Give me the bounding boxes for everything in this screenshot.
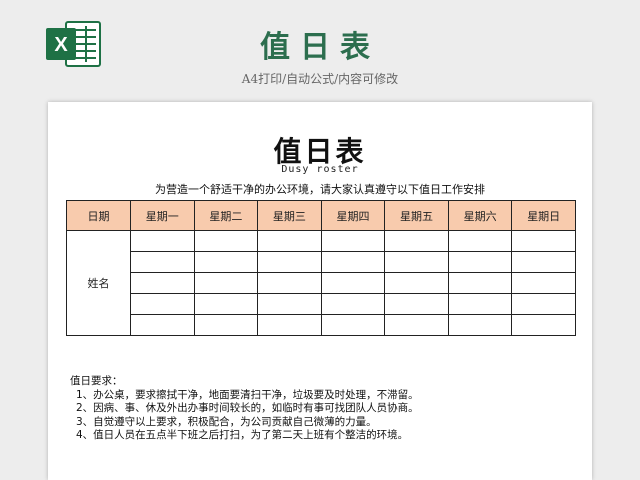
banner-subtitle: A4打印/自动公式/内容可修改	[241, 72, 399, 86]
header-cell-friday: 星期五	[384, 200, 449, 231]
roster-cell[interactable]	[511, 293, 576, 315]
requirements-section: 值日要求： 1、办公桌，要求擦拭干净，地面要清扫干净，垃圾要及时处理，不滞留。 …	[70, 375, 570, 443]
roster-cell[interactable]	[384, 230, 449, 252]
header-cell-tuesday: 星期二	[193, 200, 259, 231]
table-row	[67, 251, 576, 273]
roster-cell[interactable]	[193, 314, 259, 336]
banner-title: 值日表	[260, 30, 380, 65]
table-row: 姓名	[66, 230, 576, 336]
roster-cell[interactable]	[447, 230, 513, 252]
roster-cell[interactable]	[193, 230, 259, 252]
requirements-heading: 值日要求：	[70, 375, 123, 387]
roster-cell[interactable]	[130, 251, 195, 273]
roster-cell[interactable]	[193, 272, 259, 294]
requirement-item: 3、自觉遵守以上要求，积极配合，为公司贡献自己微薄的力量。	[76, 415, 377, 428]
roster-cell[interactable]	[257, 293, 322, 315]
roster-cell[interactable]	[130, 293, 195, 315]
table-header-row: 日期 星期一 星期二 星期三 星期四 星期五 星期六 星期日	[66, 200, 576, 231]
requirement-item: 4、值日人员在五点半下班之后打扫，为了第二天上班有个整洁的环境。	[76, 429, 409, 441]
roster-cell[interactable]	[447, 293, 513, 315]
roster-cell[interactable]	[320, 251, 386, 273]
roster-cell[interactable]	[511, 251, 576, 273]
roster-cell[interactable]	[257, 314, 322, 336]
roster-cell[interactable]	[193, 251, 259, 273]
roster-cell[interactable]	[320, 314, 386, 336]
roster-cell[interactable]	[193, 293, 259, 315]
roster-cell[interactable]	[320, 272, 386, 294]
row-label-name: 姓名	[66, 230, 131, 336]
roster-cell[interactable]	[320, 230, 386, 252]
requirement-item: 2、因病、事、休及外出办事时间较长的，如临时有事可找团队人员协商。	[76, 402, 419, 414]
roster-cell[interactable]	[384, 272, 449, 294]
roster-cell[interactable]	[130, 230, 195, 252]
roster-cell[interactable]	[130, 314, 195, 336]
roster-cell[interactable]	[447, 251, 513, 273]
table-row	[67, 272, 576, 294]
roster-cell[interactable]	[257, 272, 322, 294]
roster-cell[interactable]	[511, 314, 576, 336]
header-cell-saturday: 星期六	[447, 200, 513, 231]
table-row	[67, 293, 576, 315]
header-cell-thursday: 星期四	[320, 200, 386, 231]
header-cell-wednesday: 星期三	[257, 200, 322, 231]
roster-cell[interactable]	[257, 251, 322, 273]
requirement-item: 1、办公桌，要求擦拭干净，地面要清扫干净，垃圾要及时处理，不滞留。	[76, 388, 419, 401]
roster-cell[interactable]	[257, 230, 322, 252]
roster-cell[interactable]	[447, 314, 513, 336]
roster-cell[interactable]	[384, 314, 449, 336]
roster-cell[interactable]	[511, 230, 576, 252]
header-cell-sunday: 星期日	[511, 200, 576, 231]
document-subtitle: Dusy roster	[281, 164, 359, 175]
banner: X 值日表 A4打印/自动公式/内容可修改	[0, 0, 640, 100]
roster-cell[interactable]	[511, 272, 576, 294]
roster-table: 日期 星期一 星期二 星期三 星期四 星期五 星期六 星期日 姓名	[66, 200, 576, 336]
header-cell-date: 日期	[66, 200, 131, 231]
roster-cell[interactable]	[320, 293, 386, 315]
roster-cell[interactable]	[130, 272, 195, 294]
document-intro: 为营造一个舒适干净的办公环境，请大家认真遵守以下值日工作安排	[155, 183, 485, 196]
table-row	[67, 314, 576, 336]
roster-cell[interactable]	[384, 251, 449, 273]
document-page: 值日表 Dusy roster 为营造一个舒适干净的办公环境，请大家认真遵守以下…	[48, 102, 592, 480]
roster-cell[interactable]	[447, 272, 513, 294]
header-cell-monday: 星期一	[130, 200, 195, 231]
roster-cell[interactable]	[384, 293, 449, 315]
